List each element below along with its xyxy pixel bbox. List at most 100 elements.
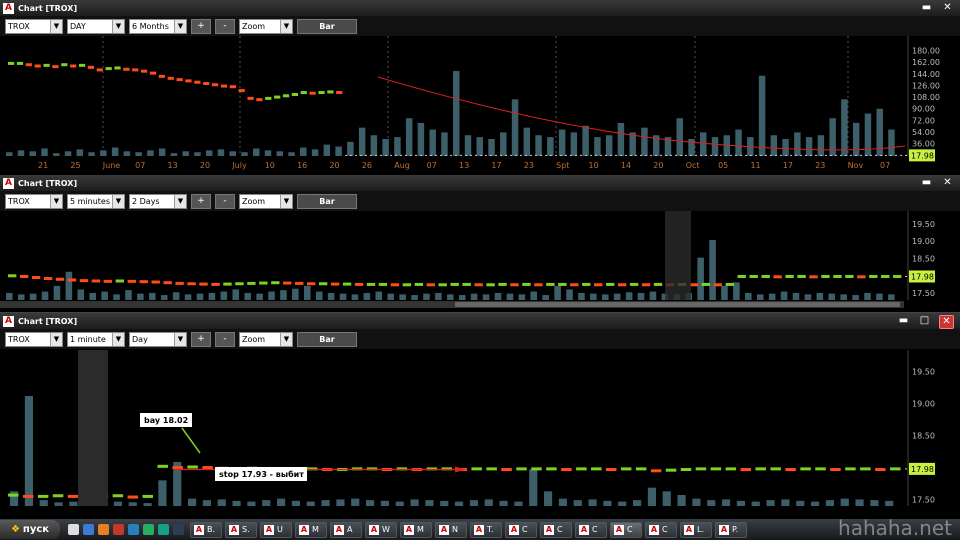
taskbar-item[interactable]: AC — [505, 521, 537, 538]
close-icon[interactable]: ✕ — [939, 315, 954, 329]
volume-bar — [573, 500, 582, 506]
volume-bar — [76, 149, 84, 156]
interval-select[interactable]: DAY ▼ — [67, 18, 125, 34]
window-titlebar[interactable]: A Chart [TROX] ▬ ✕ — [0, 0, 960, 16]
period-select[interactable]: Day ▼ — [129, 331, 187, 347]
browser-icon[interactable] — [83, 524, 94, 535]
zoom-out-button[interactable]: - — [215, 193, 235, 209]
price-bar — [52, 65, 59, 69]
desktop-icon[interactable] — [68, 524, 79, 535]
volume-bar — [217, 499, 226, 506]
taskbar-item[interactable]: A B. — [190, 521, 222, 538]
chevron-down-icon: ▼ — [112, 194, 124, 208]
volume-bar — [582, 125, 589, 156]
taskbar-item[interactable]: A P. — [715, 521, 747, 538]
price-bar — [450, 282, 459, 286]
date-tick-label: Spt — [556, 161, 569, 170]
volume-bar — [321, 500, 330, 506]
price-bar — [19, 274, 29, 278]
price-bar — [893, 274, 902, 278]
price-chart[interactable]: 19.50 19.00 18.50 17.50 17.98 bay 18.02 stop 1… — [0, 350, 960, 520]
app-logo-icon: A — [3, 2, 14, 14]
price-tick-label: 90.00 — [912, 105, 935, 114]
date-tick-label: 23 — [815, 161, 825, 170]
price-bar — [115, 279, 125, 283]
taskbar-item-label: B. — [207, 525, 216, 534]
price-bar — [650, 469, 662, 473]
taskbar-item[interactable]: AW — [365, 521, 397, 538]
zoom-in-button[interactable]: + — [191, 18, 211, 34]
volume-bar — [796, 500, 805, 506]
zoom-in-button[interactable]: + — [191, 331, 211, 347]
price-bar — [149, 71, 157, 75]
close-icon[interactable]: ✕ — [941, 2, 954, 14]
window-titlebar[interactable]: A Chart [TROX] ▬ □ ✕ — [0, 313, 960, 329]
minimize-icon[interactable]: ▬ — [897, 315, 910, 327]
taskbar-item[interactable]: AC — [540, 521, 572, 538]
price-bar — [103, 279, 113, 283]
price-bar — [291, 92, 298, 96]
volume-bar — [558, 498, 567, 506]
symbol-select[interactable]: TROX ▼ — [5, 331, 63, 347]
price-bar — [307, 282, 316, 286]
price-tick-label: 17.50 — [912, 496, 935, 505]
date-tick-label: June — [102, 161, 121, 170]
taskbar-item[interactable]: A T. — [470, 521, 502, 538]
maximize-icon[interactable]: □ — [918, 315, 931, 327]
app-icon[interactable] — [128, 524, 139, 535]
volume-bar — [41, 291, 49, 300]
period-select[interactable]: 2 Days ▼ — [129, 193, 187, 209]
symbol-select[interactable]: TROX ▼ — [5, 18, 63, 34]
interval-select[interactable]: 5 minutes ▼ — [67, 193, 125, 209]
taskbar-item[interactable]: A L. — [680, 521, 712, 538]
chart-type-button[interactable]: Bar — [297, 331, 357, 347]
app-icon[interactable] — [158, 524, 169, 535]
volume-bar — [77, 289, 85, 300]
price-tick-label: 18.50 — [912, 255, 935, 264]
taskbar-item[interactable]: AM — [400, 521, 432, 538]
chart-type-button[interactable]: Bar — [297, 18, 357, 34]
opera-icon[interactable] — [113, 524, 124, 535]
price-bar — [91, 279, 101, 283]
taskbar-item[interactable]: AC — [575, 521, 607, 538]
price-bar — [283, 281, 292, 285]
taskbar-item[interactable]: A S. — [225, 521, 257, 538]
firefox-icon[interactable] — [98, 524, 109, 535]
volume-bar — [399, 294, 406, 300]
zoom-select[interactable]: Zoom ▼ — [239, 18, 293, 34]
close-icon[interactable]: ✕ — [941, 177, 954, 189]
app-icon[interactable] — [173, 524, 184, 535]
chart-type-button[interactable]: Bar — [297, 193, 357, 209]
volume-bar — [544, 491, 553, 506]
start-button[interactable]: ❖ пуск — [0, 520, 60, 539]
window-titlebar[interactable]: A Chart [TROX] ▬ ✕ — [0, 175, 960, 191]
taskbar-item[interactable]: AU — [260, 521, 292, 538]
taskbar-item[interactable]: AN — [435, 521, 467, 538]
current-price-label: 17.98 — [911, 272, 934, 281]
minimize-icon[interactable]: ▬ — [920, 2, 933, 14]
price-chart[interactable]: 19.50 19.00 18.50 17.50 17.98 — [0, 211, 960, 310]
zoom-in-button[interactable]: + — [191, 193, 211, 209]
taskbar-item[interactable]: AC — [610, 521, 642, 538]
app-icon[interactable] — [143, 524, 154, 535]
volume-bar — [172, 292, 180, 300]
symbol-select[interactable]: TROX ▼ — [5, 193, 63, 209]
taskbar-item[interactable]: AM — [295, 521, 327, 538]
price-bar — [426, 283, 435, 287]
taskbar-item[interactable]: AA — [330, 521, 362, 538]
zoom-select[interactable]: Zoom ▼ — [239, 193, 293, 209]
app-window-icon: A — [299, 524, 309, 535]
price-chart[interactable]: 180.00 162.00 144.00 126.00 108.00 90.00 72.00… — [0, 36, 960, 174]
chevron-down-icon: ▼ — [280, 19, 292, 33]
date-tick-label: 13 — [168, 161, 178, 170]
minimize-icon[interactable]: ▬ — [920, 177, 933, 189]
zoom-out-button[interactable]: - — [215, 331, 235, 347]
volume-bar — [662, 491, 671, 506]
interval-value: 5 minutes — [70, 196, 111, 206]
volume-bar — [170, 153, 178, 156]
taskbar-item[interactable]: AC — [645, 521, 677, 538]
interval-select[interactable]: 1 minute ▼ — [67, 331, 125, 347]
zoom-select[interactable]: Zoom ▼ — [239, 331, 293, 347]
period-select[interactable]: 6 Months ▼ — [129, 18, 187, 34]
zoom-out-button[interactable]: - — [215, 18, 235, 34]
